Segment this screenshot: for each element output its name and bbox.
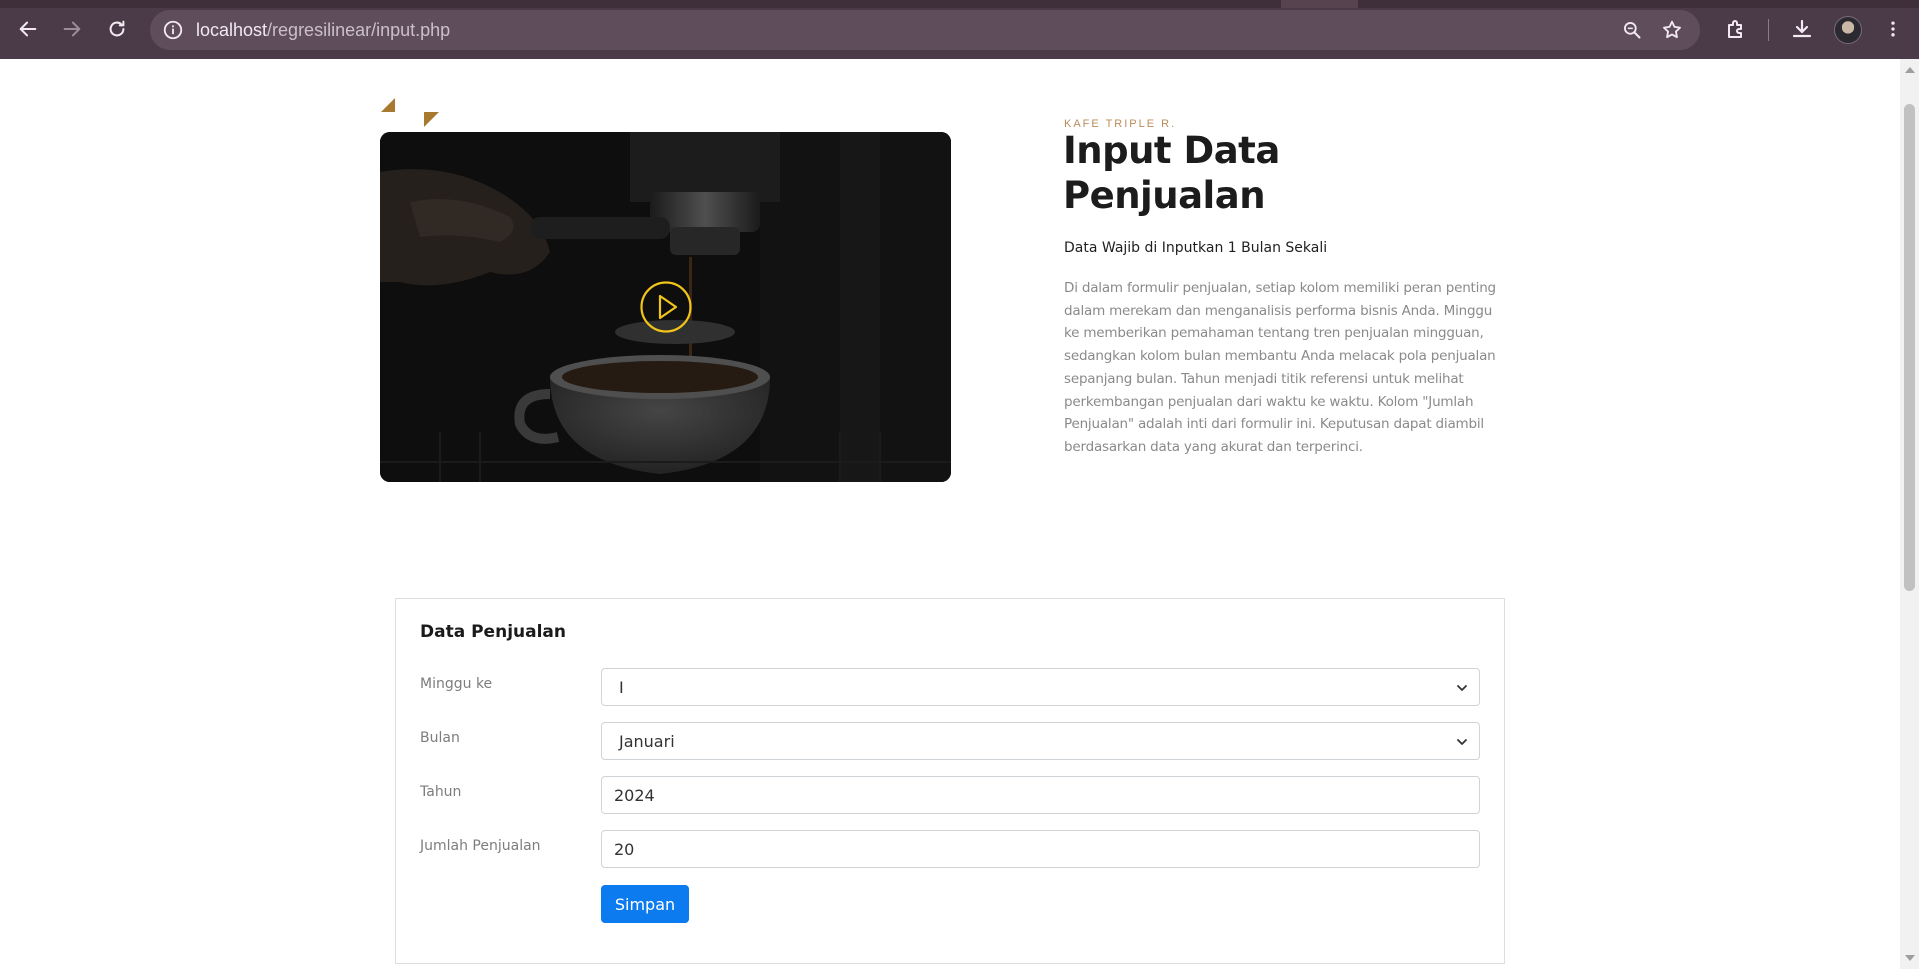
back-arrow-icon [19,21,37,37]
address-bar[interactable]: localhost/regresilinear/input.php [150,10,1700,50]
page-title: Input Data Penjualan [1063,129,1280,217]
hero-description: Di dalam formulir penjualan, setiap kolo… [1064,280,1496,455]
zoom-icon[interactable] [1620,18,1644,42]
reload-button[interactable] [101,13,133,45]
forward-button[interactable] [56,13,88,45]
browser-toolbar: localhost/regresilinear/input.php [0,0,1919,59]
menu-kebab-icon[interactable] [1880,16,1906,42]
jumlah-input[interactable]: 20 [601,830,1480,868]
scrollbar-thumb[interactable] [1904,104,1915,591]
decorative-triangle [381,98,395,112]
url-host: localhost [196,20,268,40]
form-title: Data Penjualan [420,622,566,642]
forward-arrow-icon [63,21,81,37]
site-info-icon[interactable] [162,19,184,41]
url-path: /regresilinear/input.php [267,20,451,40]
scroll-down-arrow-icon[interactable] [1905,955,1915,961]
jumlah-value: 20 [614,839,635,859]
tahun-label: Tahun [420,784,462,800]
sales-form-card: Data Penjualan Minggu ke I Bulan Januari… [395,598,1505,964]
tahun-value: 2024 [614,785,655,805]
page-scrollbar[interactable] [1900,59,1919,969]
hero-subtitle: Data Wajib di Inputkan 1 Bulan Sekali [1064,240,1328,256]
extensions-icon[interactable] [1723,16,1749,42]
save-button[interactable]: Simpan [601,885,689,923]
bookmark-star-icon[interactable] [1660,18,1684,42]
toolbar-divider [1768,19,1769,41]
minggu-value: I [619,677,624,697]
minggu-label: Minggu ke [420,676,493,692]
url-text[interactable]: localhost/regresilinear/input.php [196,20,450,41]
jumlah-label: Jumlah Penjualan [420,838,541,854]
decorative-triangle [424,112,439,127]
bulan-select[interactable]: Januari [601,722,1480,760]
bulan-value: Januari [619,731,675,751]
play-icon[interactable] [638,279,694,335]
tab-strip [0,0,1919,8]
minggu-select[interactable]: I [601,668,1480,706]
bulan-label: Bulan [420,730,460,746]
profile-avatar[interactable] [1834,16,1862,44]
video-thumbnail[interactable] [380,132,951,482]
tab-edge [1281,0,1358,8]
chevron-down-icon [1457,739,1467,745]
reload-icon [109,20,125,37]
back-button[interactable] [12,13,44,45]
scroll-up-arrow-icon[interactable] [1905,67,1915,73]
chevron-down-icon [1457,685,1467,691]
tahun-input[interactable]: 2024 [601,776,1480,814]
downloads-icon[interactable] [1789,16,1815,42]
